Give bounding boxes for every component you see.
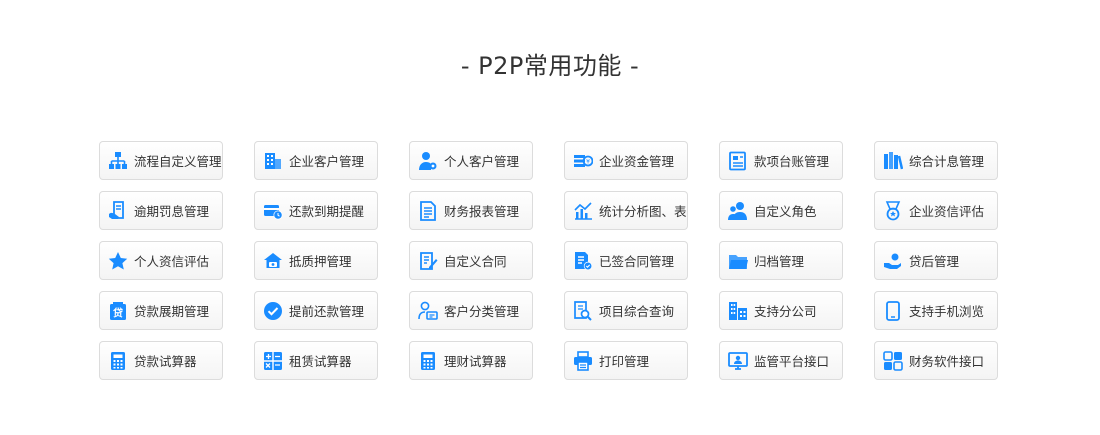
feature-card[interactable]: 租赁试算器 <box>254 341 378 380</box>
feature-card-label: 贷款试算器 <box>134 354 197 369</box>
hand-coin-icon <box>882 250 904 272</box>
app-tiles-icon <box>882 350 904 372</box>
feature-card-label: 自定义角色 <box>754 204 817 219</box>
feature-card-label: 打印管理 <box>599 354 650 369</box>
svg-text:贷: 贷 <box>112 306 123 319</box>
ledger-icon <box>727 150 749 172</box>
calculator-icon <box>107 350 129 372</box>
feature-card[interactable]: 流程自定义管理 <box>99 141 223 180</box>
feature-card[interactable]: 自定义角色 <box>719 191 843 230</box>
mobile-icon <box>882 300 904 322</box>
feature-card[interactable]: 贷贷款展期管理 <box>99 291 223 330</box>
feature-card-label: 款项台账管理 <box>754 154 830 169</box>
feature-card-label: 提前还款管理 <box>289 304 365 319</box>
feature-card-label: 租赁试算器 <box>289 354 352 369</box>
feature-card[interactable]: 还款到期提醒 <box>254 191 378 230</box>
contract-edit-icon <box>417 250 439 272</box>
feature-card-label: 综合计息管理 <box>909 154 985 169</box>
feature-card[interactable]: 已签合同管理 <box>564 241 688 280</box>
feature-card-label: 贷后管理 <box>909 254 960 269</box>
feature-card[interactable]: 企业客户管理 <box>254 141 378 180</box>
document-hand-icon <box>107 200 129 222</box>
feature-card-label: 归档管理 <box>754 254 805 269</box>
report-icon <box>417 200 439 222</box>
house-icon <box>262 250 284 272</box>
star-icon <box>107 250 129 272</box>
printer-icon <box>572 350 594 372</box>
user-gear-icon <box>417 150 439 172</box>
check-circle-icon <box>262 300 284 322</box>
feature-card-label: 还款到期提醒 <box>289 204 365 219</box>
feature-card[interactable]: 提前还款管理 <box>254 291 378 330</box>
search-document-icon <box>572 300 594 322</box>
feature-card[interactable]: 统计分析图、表 <box>564 191 688 230</box>
feature-card-label: 支持分公司 <box>754 304 817 319</box>
feature-card-label: 贷款展期管理 <box>134 304 210 319</box>
feature-card[interactable]: 打印管理 <box>564 341 688 380</box>
feature-card[interactable]: 财务报表管理 <box>409 191 533 230</box>
calculator-icon <box>417 350 439 372</box>
feature-card-label: 抵质押管理 <box>289 254 352 269</box>
monitor-user-icon <box>727 350 749 372</box>
feature-card-label: 统计分析图、表 <box>599 204 687 219</box>
books-icon <box>882 150 904 172</box>
money-icon: ¥ <box>572 150 594 172</box>
feature-card[interactable]: 归档管理 <box>719 241 843 280</box>
feature-card-label: 理财试算器 <box>444 354 507 369</box>
feature-card[interactable]: 支持分公司 <box>719 291 843 330</box>
feature-card[interactable]: 款项台账管理 <box>719 141 843 180</box>
calc-plus-minus-icon <box>262 350 284 372</box>
feature-card[interactable]: 客户分类管理 <box>409 291 533 330</box>
feature-card[interactable]: 监管平台接口 <box>719 341 843 380</box>
feature-card-label: 企业客户管理 <box>289 154 365 169</box>
feature-card[interactable]: 理财试算器 <box>409 341 533 380</box>
feature-card-label: 个人资信评估 <box>134 254 210 269</box>
page-title: - P2P常用功能 - <box>460 52 640 80</box>
feature-card-label: 企业资信评估 <box>909 204 985 219</box>
feature-card[interactable]: 个人资信评估 <box>99 241 223 280</box>
feature-card-label: 已签合同管理 <box>599 254 675 269</box>
feature-card[interactable]: 逾期罚息管理 <box>99 191 223 230</box>
feature-card-label: 流程自定义管理 <box>134 154 222 169</box>
chart-icon <box>572 200 594 222</box>
feature-card-label: 支持手机浏览 <box>909 304 985 319</box>
branch-office-icon <box>727 300 749 322</box>
feature-card-label: 自定义合同 <box>444 254 507 269</box>
feature-card-label: 财务报表管理 <box>444 204 520 219</box>
feature-card[interactable]: 项目综合查询 <box>564 291 688 330</box>
feature-card-label: 项目综合查询 <box>599 304 675 319</box>
feature-card[interactable]: 抵质押管理 <box>254 241 378 280</box>
users-icon <box>727 200 749 222</box>
feature-card[interactable]: ¥ 企业资金管理 <box>564 141 688 180</box>
folder-icon <box>727 250 749 272</box>
feature-card-label: 客户分类管理 <box>444 304 520 319</box>
feature-card[interactable]: 企业资信评估 <box>874 191 998 230</box>
feature-card[interactable]: 支持手机浏览 <box>874 291 998 330</box>
card-clock-icon <box>262 200 284 222</box>
feature-card-label: 财务软件接口 <box>909 354 985 369</box>
feature-card-label: 企业资金管理 <box>599 154 675 169</box>
org-chart-icon <box>107 150 129 172</box>
feature-card-label: 个人客户管理 <box>444 154 520 169</box>
svg-text:¥: ¥ <box>586 158 590 165</box>
feature-card[interactable]: 贷后管理 <box>874 241 998 280</box>
feature-grid: 流程自定义管理 企业客户管理 个人客户管理 ¥ 企业资金管理 款项台账管理 综合计息管理逾期… <box>99 141 998 380</box>
feature-card-label: 监管平台接口 <box>754 354 830 369</box>
building-icon <box>262 150 284 172</box>
feature-card[interactable]: 贷款试算器 <box>99 341 223 380</box>
feature-card[interactable]: 财务软件接口 <box>874 341 998 380</box>
feature-card[interactable]: 个人客户管理 <box>409 141 533 180</box>
medal-icon <box>882 200 904 222</box>
feature-card[interactable]: 综合计息管理 <box>874 141 998 180</box>
loan-icon: 贷 <box>107 300 129 322</box>
signed-contract-icon <box>572 250 594 272</box>
feature-card-label: 逾期罚息管理 <box>134 204 210 219</box>
feature-card[interactable]: 自定义合同 <box>409 241 533 280</box>
user-card-icon <box>417 300 439 322</box>
